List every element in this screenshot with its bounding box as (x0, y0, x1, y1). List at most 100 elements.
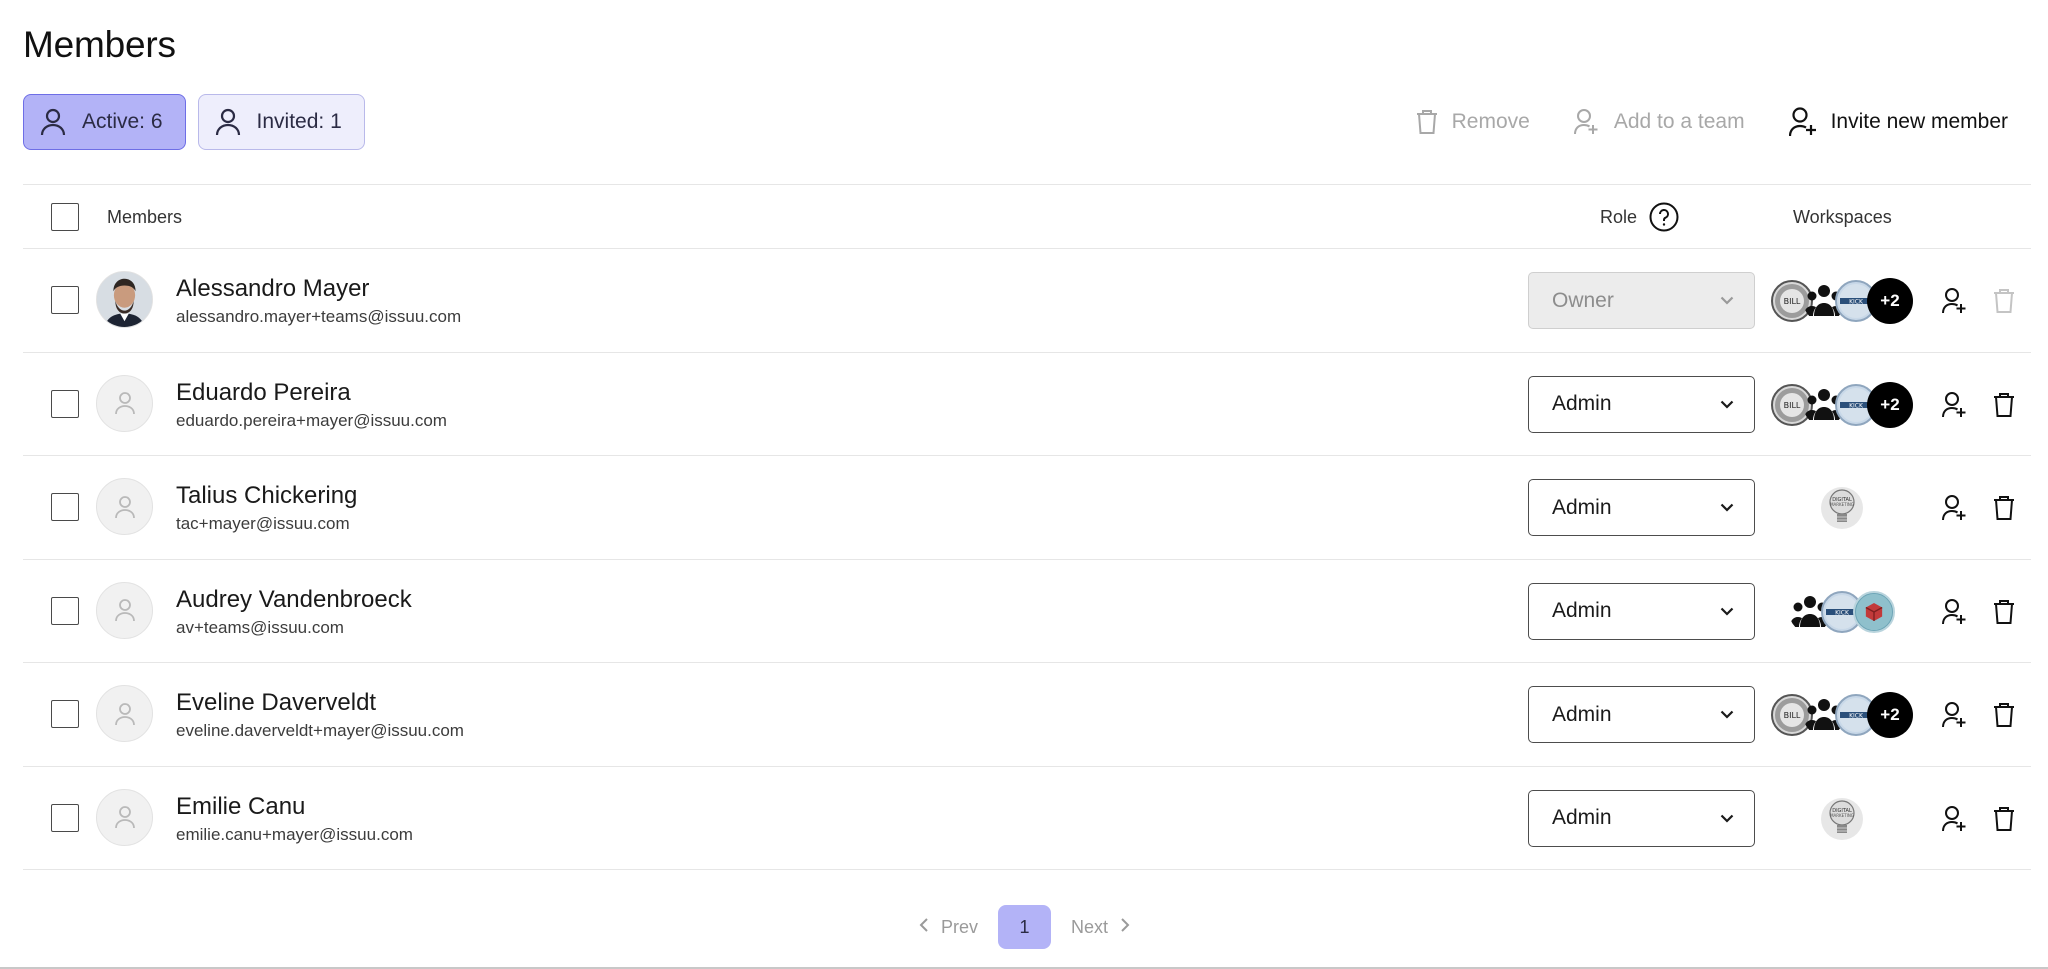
bulb-workspace-icon: DIGITAL MARKETING (1821, 797, 1863, 840)
table-row: Eveline Daverveldt eveline.daverveldt+may… (23, 663, 2031, 767)
avatar (96, 581, 153, 639)
prev-page-button[interactable]: Prev (905, 917, 992, 938)
delete-icon[interactable] (1989, 597, 2019, 627)
table-row: Emilie Canu emilie.canu+mayer@issuu.com Ad… (23, 767, 2031, 870)
row-checkbox[interactable] (51, 803, 79, 832)
invited-filter-button[interactable]: Invited: 1 (197, 94, 365, 150)
member-email: emilie.canu+mayer@issuu.com (176, 824, 413, 844)
invite-member-label: Invite new member (1830, 110, 2008, 133)
members-table: Members Role Workspaces Alessandro Mayer… (23, 184, 2031, 870)
add-to-team-icon[interactable] (1940, 493, 1970, 523)
avatar (96, 374, 153, 432)
add-to-team-button[interactable]: Add to a team (1552, 100, 1767, 144)
role-select[interactable]: Admin (1528, 582, 1755, 640)
add-to-team-icon[interactable] (1940, 804, 1970, 834)
role-value: Admin (1552, 495, 1612, 519)
workspaces-column-header: Workspaces (1793, 206, 1892, 227)
member-email: tac+mayer@issuu.com (176, 514, 350, 533)
member-name: Alessandro Mayer (176, 275, 370, 302)
add-to-team-icon[interactable] (1940, 597, 1970, 627)
member-name: Eduardo Pereira (176, 378, 351, 406)
svg-text:BILL: BILL (1784, 711, 1801, 720)
chevron-left-icon (919, 917, 929, 938)
workspace-avatars: BILL KICK +2 (1771, 278, 1913, 324)
remove-label: Remove (1451, 110, 1530, 133)
chevron-down-icon (1720, 814, 1734, 823)
delete-icon[interactable] (1989, 493, 2019, 523)
workspace-avatars: BILL KICK +2 (1771, 381, 1913, 428)
svg-text:MARKETING: MARKETING (1830, 502, 1854, 507)
role-select: Owner (1528, 272, 1755, 329)
row-checkbox[interactable] (51, 389, 79, 418)
more-workspaces-badge: +2 (1867, 692, 1913, 738)
user-add-icon (1573, 108, 1600, 136)
add-to-team-label: Add to a team (1613, 110, 1745, 133)
invite-member-button[interactable]: Invite new member (1767, 100, 2008, 144)
more-workspaces-badge: +2 (1867, 381, 1913, 428)
row-checkbox[interactable] (51, 700, 79, 728)
role-value: Admin (1552, 599, 1612, 622)
role-header-label: Role (1600, 206, 1638, 227)
member-email: alessandro.mayer+teams@issuu.com (176, 307, 462, 326)
members-column-header: Members (107, 206, 183, 227)
role-select[interactable]: Admin (1528, 375, 1755, 433)
active-filter-button[interactable]: Active: 6 (23, 94, 186, 150)
select-all-checkbox[interactable] (51, 203, 79, 231)
trash-icon (1416, 109, 1438, 135)
member-email: eveline.daverveldt+mayer@issuu.com (176, 721, 464, 740)
members-page: Members Active: 6 Invited: 1 Remove Add … (0, 0, 2048, 969)
chevron-down-icon (1720, 710, 1734, 719)
svg-text:MARKETING: MARKETING (1830, 813, 1854, 818)
bulb-workspace-icon: DIGITAL MARKETING (1821, 487, 1863, 529)
member-email: av+teams@issuu.com (176, 617, 344, 637)
pagination: Prev 1 Next (905, 905, 1144, 949)
svg-text:KICK: KICK (1849, 299, 1864, 306)
table-row: Talius Chickering tac+mayer@issuu.com Admi… (23, 456, 2031, 560)
svg-text:KICK: KICK (1835, 609, 1850, 616)
member-name: Emilie Canu (176, 792, 306, 820)
table-row: Eduardo Pereira eduardo.pereira+mayer@iss… (23, 353, 2031, 456)
next-page-button[interactable]: Next (1057, 917, 1144, 938)
add-to-team-icon[interactable] (1940, 390, 1970, 420)
user-icon (38, 107, 68, 137)
help-icon[interactable] (1649, 202, 1679, 232)
delete-icon (1989, 286, 2019, 316)
table-row: Audrey Vandenbroeck av+teams@issuu.com Adm… (23, 560, 2031, 663)
chevron-down-icon (1720, 503, 1734, 512)
add-to-team-icon[interactable] (1940, 700, 1970, 730)
delete-icon[interactable] (1989, 804, 2019, 834)
avatar (96, 788, 153, 846)
role-value: Admin (1552, 392, 1612, 415)
role-value: Admin (1552, 806, 1612, 829)
role-column-header: Role (1600, 185, 1679, 249)
delete-icon[interactable] (1989, 390, 2019, 420)
row-checkbox[interactable] (51, 286, 79, 314)
more-workspaces-badge: +2 (1867, 278, 1913, 324)
workspace-avatars: DIGITAL MARKETING (1821, 485, 1863, 531)
workspace-avatars: DIGITAL MARKETING (1821, 796, 1863, 842)
avatar (96, 478, 153, 535)
role-select[interactable]: Admin (1528, 686, 1755, 743)
user-plus-icon (1788, 107, 1817, 137)
current-page-button[interactable]: 1 (998, 905, 1052, 949)
member-filters: Active: 6 Invited: 1 (23, 94, 365, 150)
table-header: Members Role Workspaces (23, 184, 2031, 249)
chevron-right-icon (1120, 917, 1130, 938)
delete-icon[interactable] (1989, 700, 2019, 730)
row-checkbox[interactable] (51, 596, 79, 625)
role-select[interactable]: Admin (1528, 789, 1755, 847)
select-all-cell (51, 185, 79, 249)
user-icon (213, 107, 243, 137)
row-checkbox[interactable] (51, 493, 79, 521)
member-name: Talius Chickering (176, 482, 358, 509)
add-to-team-icon[interactable] (1940, 286, 1970, 316)
role-select[interactable]: Admin (1528, 479, 1755, 536)
svg-text:BILL: BILL (1784, 297, 1801, 306)
prev-label: Prev (941, 916, 979, 937)
svg-text:KICK: KICK (1849, 713, 1864, 720)
member-name: Eveline Daverveldt (176, 689, 377, 716)
role-value: Owner (1552, 288, 1614, 312)
remove-button[interactable]: Remove (1394, 100, 1552, 144)
next-label: Next (1071, 916, 1109, 937)
avatar (96, 685, 153, 742)
